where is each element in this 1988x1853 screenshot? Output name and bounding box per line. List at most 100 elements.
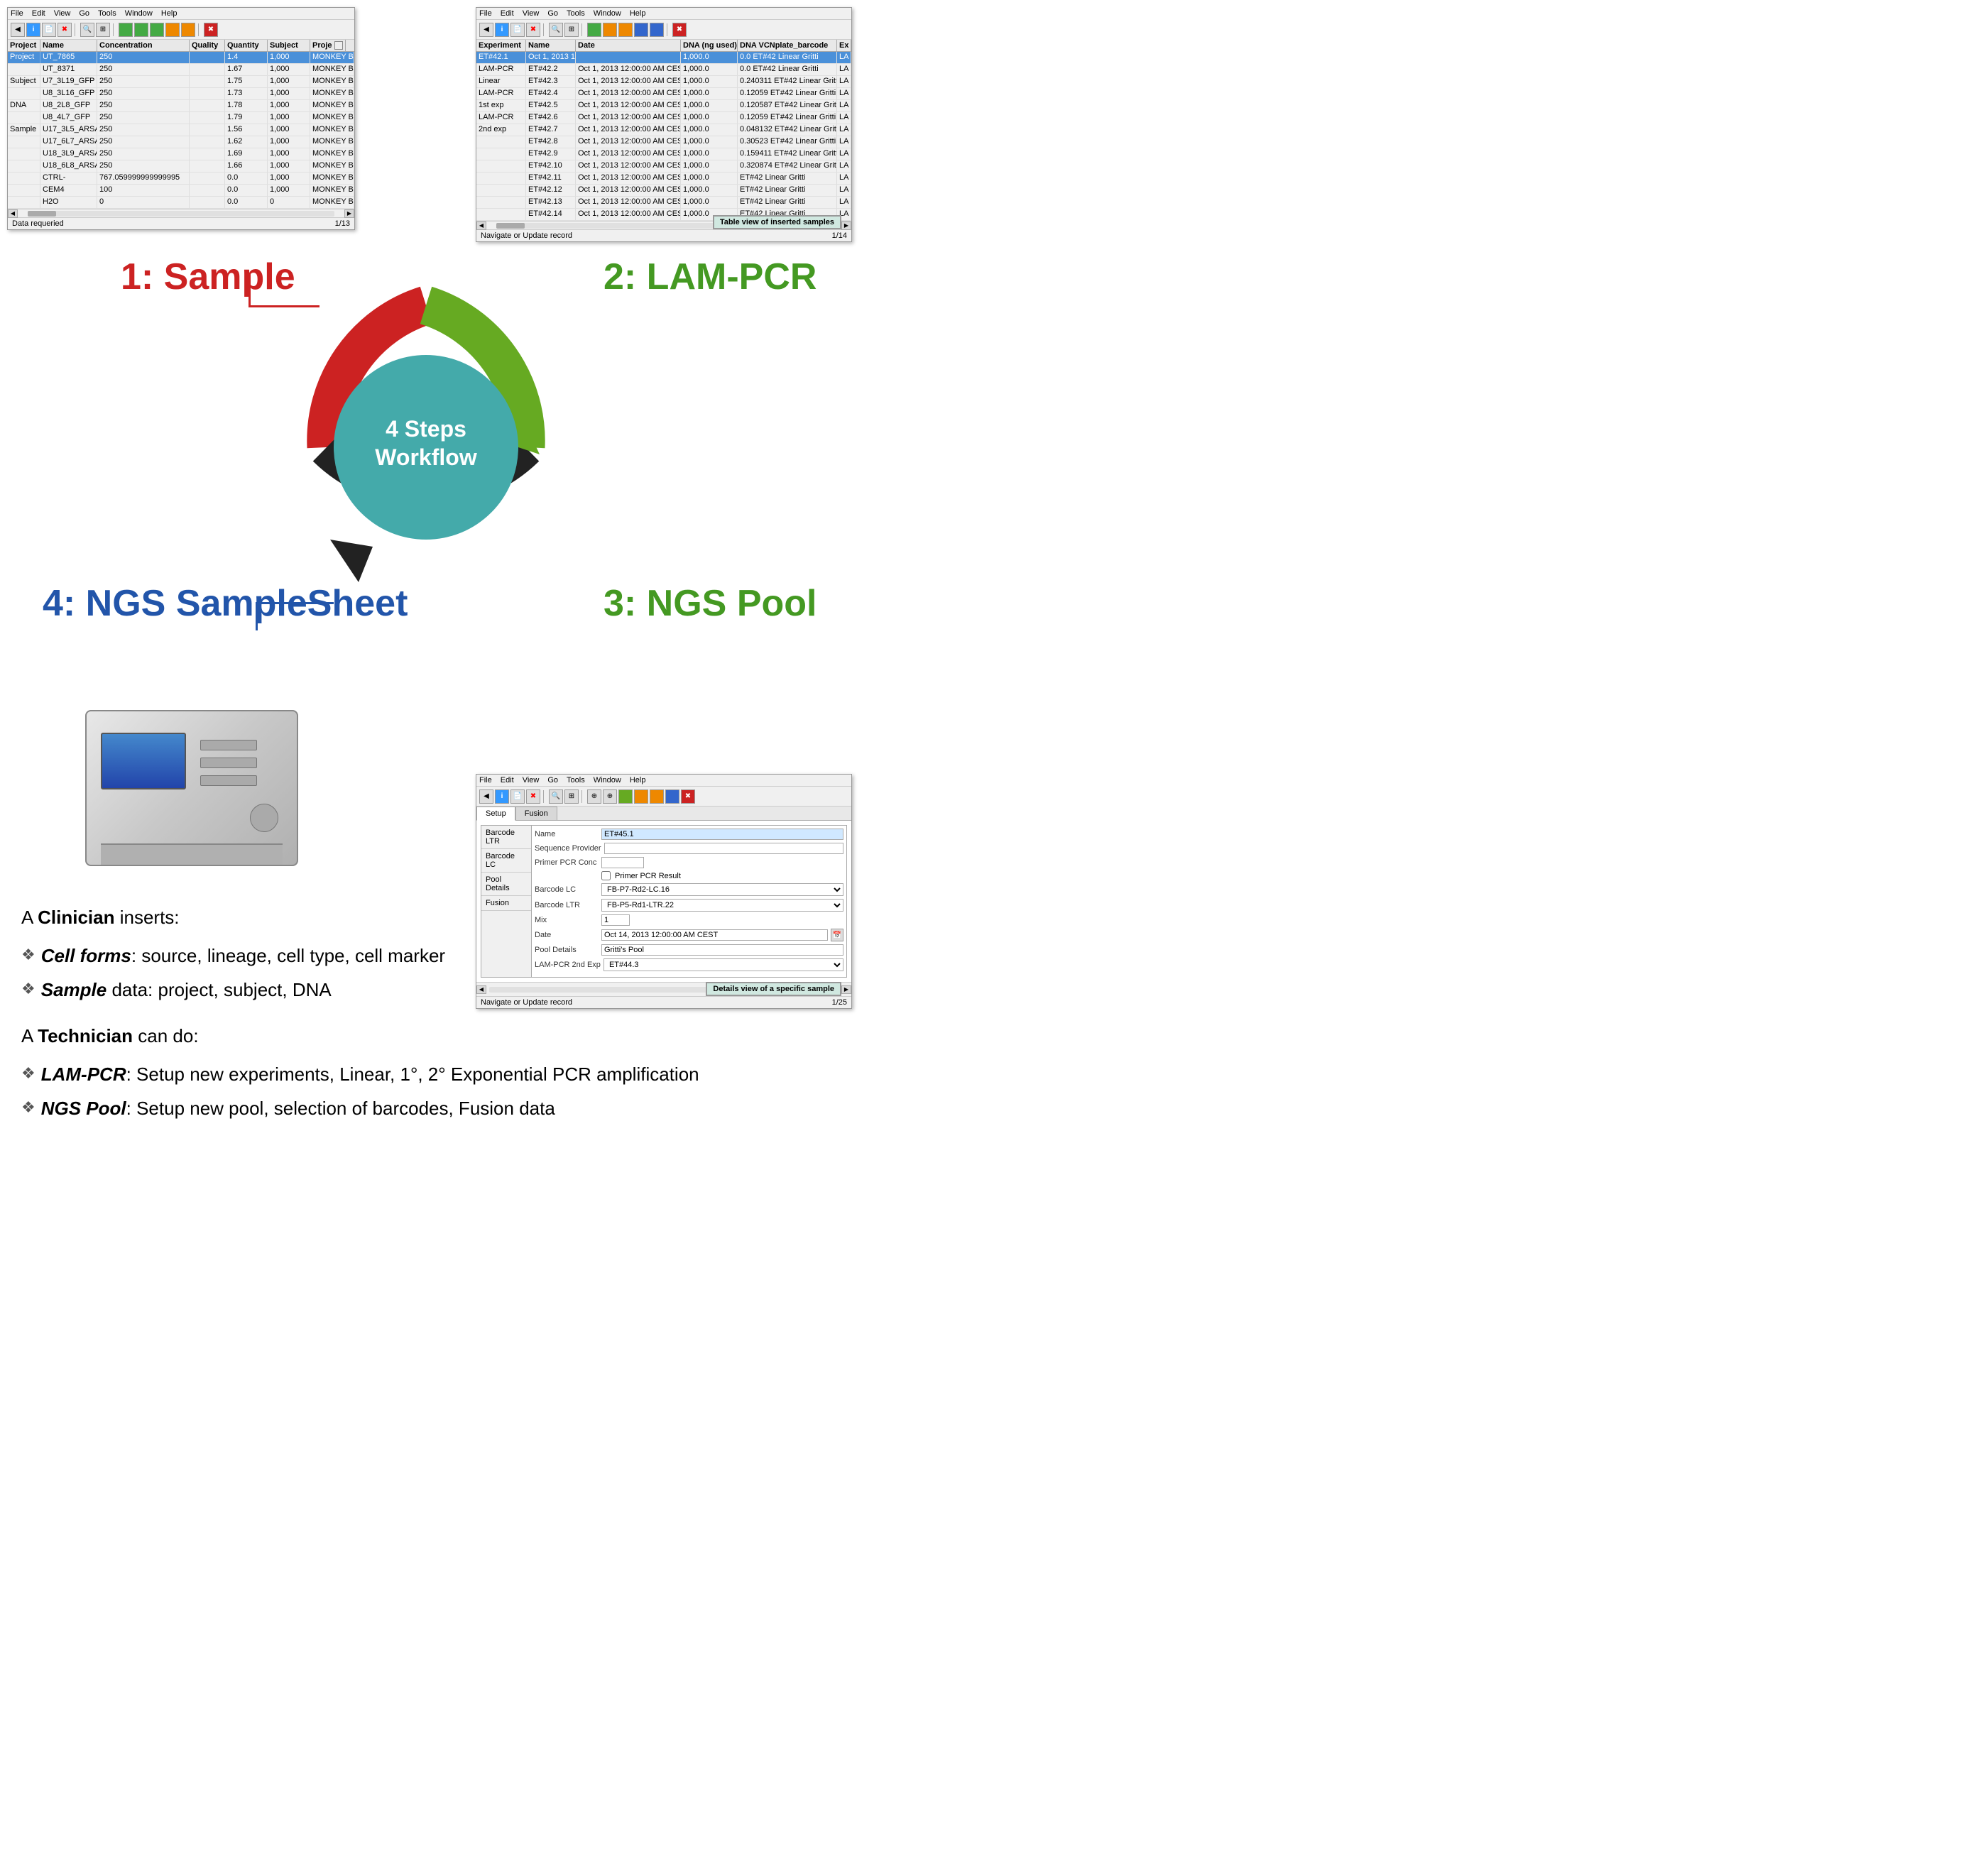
menu-tools[interactable]: Tools	[567, 776, 585, 785]
menu-go[interactable]: Go	[79, 9, 89, 18]
filter-btn[interactable]: ⊞	[564, 23, 579, 37]
table-row[interactable]: 2nd exp ET#42.7 Oct 1, 2013 12:00:00 AM …	[476, 124, 851, 136]
filter-btn[interactable]: ⊞	[96, 23, 110, 37]
menu-tools[interactable]: Tools	[567, 9, 585, 18]
menu-help[interactable]: Help	[630, 9, 646, 18]
delete-btn[interactable]: ✖	[526, 789, 540, 804]
table-row[interactable]: 1st exp ET#42.5 Oct 1, 2013 12:00:00 AM …	[476, 100, 851, 112]
table-row[interactable]: Project UT_7865 250 1.4 1,000 MONKEY BRA…	[8, 52, 354, 64]
table-row[interactable]: LAM-PCR ET#42.4 Oct 1, 2013 12:00:00 AM …	[476, 88, 851, 100]
green1-btn[interactable]	[119, 23, 133, 37]
nav4-btn[interactable]	[634, 789, 648, 804]
menu-file[interactable]: File	[11, 9, 23, 18]
table-row[interactable]: U8_4L7_GFP 250 1.79 1,000 MONKEY BRAIN L…	[8, 112, 354, 124]
table-row[interactable]: U17_6L7_ARSA 250 1.62 1,000 MONKEY BRAIN…	[8, 136, 354, 148]
scroll-left-arrow[interactable]: ◀	[476, 222, 486, 230]
blue2-btn[interactable]	[650, 23, 664, 37]
menu-file[interactable]: File	[479, 9, 492, 18]
scroll-right-arrow[interactable]: ▶	[841, 222, 851, 230]
nav-fusion[interactable]: Fusion	[481, 896, 531, 911]
date-picker-btn[interactable]: 📅	[831, 929, 843, 941]
red-btn[interactable]: ✖	[672, 23, 687, 37]
scroll-thumb[interactable]	[496, 223, 525, 229]
field-input-mix[interactable]	[601, 914, 630, 926]
nav5-btn[interactable]	[650, 789, 664, 804]
checkbox-primer-result[interactable]	[601, 871, 611, 880]
table-row[interactable]: ET#42.13 Oct 1, 2013 12:00:00 AM CEST 1,…	[476, 197, 851, 209]
green3-btn[interactable]	[150, 23, 164, 37]
menu-help[interactable]: Help	[630, 776, 646, 785]
search-btn[interactable]: 🔍	[549, 23, 563, 37]
table-row[interactable]: ET#42.10 Oct 1, 2013 12:00:00 AM CEST 1,…	[476, 160, 851, 173]
new-btn[interactable]: 📄	[510, 23, 525, 37]
nav7-btn[interactable]: ✖	[681, 789, 695, 804]
menu-tools[interactable]: Tools	[98, 9, 116, 18]
table-row[interactable]: Sample U17_3L5_ARSA 250 1.56 1,000 MONKE…	[8, 124, 354, 136]
delete-btn[interactable]: ✖	[526, 23, 540, 37]
green1-btn[interactable]	[587, 23, 601, 37]
nav6-btn[interactable]	[665, 789, 679, 804]
back-btn[interactable]: ◀	[11, 23, 25, 37]
select-lam-pcr[interactable]: ET#44.3	[604, 958, 843, 971]
table-row[interactable]: U8_3L16_GFP 250 1.73 1,000 MONKEY BRAIN …	[8, 88, 354, 100]
scroll-thumb[interactable]	[28, 211, 56, 217]
menu-edit[interactable]: Edit	[501, 9, 514, 18]
select-barcode-lc[interactable]: FB-P7-Rd2-LC.16	[601, 883, 843, 896]
menu-view[interactable]: View	[523, 9, 540, 18]
back-btn[interactable]: ◀	[479, 789, 493, 804]
blue1-btn[interactable]	[634, 23, 648, 37]
info-btn[interactable]: i	[495, 23, 509, 37]
scroll-right-arrow[interactable]: ▶	[841, 985, 851, 994]
orange2-btn[interactable]	[618, 23, 633, 37]
menu-window[interactable]: Window	[594, 9, 621, 18]
nav1-btn[interactable]: ⊕	[587, 789, 601, 804]
table-row[interactable]: CTRL- 767.059999999999995 0.0 1,000 MONK…	[8, 173, 354, 185]
green2-btn[interactable]	[134, 23, 148, 37]
menu-view[interactable]: View	[523, 776, 540, 785]
search-btn[interactable]: 🔍	[80, 23, 94, 37]
table-row[interactable]: ET#42.12 Oct 1, 2013 12:00:00 AM CEST 1,…	[476, 185, 851, 197]
nav-barcode-lc[interactable]: Barcode LC	[481, 849, 531, 873]
table-row[interactable]: ET#42.8 Oct 1, 2013 12:00:00 AM CEST 1,0…	[476, 136, 851, 148]
table-row[interactable]: ET#42.11 Oct 1, 2013 12:00:00 AM CEST 1,…	[476, 173, 851, 185]
info-btn[interactable]: i	[26, 23, 40, 37]
table-row[interactable]: UT_8371 250 1.67 1,000 MONKEY BRAIN LV T…	[8, 64, 354, 76]
table-row[interactable]: LAM-PCR ET#42.6 Oct 1, 2013 12:00:00 AM …	[476, 112, 851, 124]
table-row[interactable]: U18_3L9_ARSA 250 1.69 1,000 MONKEY BRAIN…	[8, 148, 354, 160]
red-btn[interactable]: ✖	[204, 23, 218, 37]
menu-edit[interactable]: Edit	[501, 776, 514, 785]
hscrollbar-right[interactable]: ◀ Table view of inserted samples ▶	[476, 221, 851, 229]
field-input-seq-provider[interactable]	[604, 843, 843, 854]
tab-fusion[interactable]: Fusion	[515, 807, 557, 820]
menu-go[interactable]: Go	[547, 9, 558, 18]
scroll-left-arrow[interactable]: ◀	[476, 985, 486, 994]
table-row[interactable]: H2O 0 0.0 0 MONKEY BRAIN LV TREATED 1...…	[8, 197, 354, 209]
table-row[interactable]: LAM-PCR ET#42.2 Oct 1, 2013 12:00:00 AM …	[476, 64, 851, 76]
select-barcode-ltr[interactable]: FB-P5-Rd1-LTR.22	[601, 899, 843, 912]
new-btn[interactable]: 📄	[42, 23, 56, 37]
info-btn[interactable]: i	[495, 789, 509, 804]
field-input-name[interactable]	[601, 829, 843, 840]
orange1-btn[interactable]	[603, 23, 617, 37]
table-row[interactable]: ET#42.9 Oct 1, 2013 12:00:00 AM CEST 1,0…	[476, 148, 851, 160]
menu-view[interactable]: View	[54, 9, 71, 18]
search-btn[interactable]: 🔍	[549, 789, 563, 804]
hscrollbar-left[interactable]: ◀ ▶	[8, 209, 354, 217]
tab-setup[interactable]: Setup	[476, 807, 515, 821]
orange1-btn[interactable]	[165, 23, 180, 37]
menu-edit[interactable]: Edit	[32, 9, 45, 18]
table-row[interactable]: CEM4 100 0.0 1,000 MONKEY BRAIN LV TREAT…	[8, 185, 354, 197]
table-row[interactable]: DNA U8_2L8_GFP 250 1.78 1,000 MONKEY BRA…	[8, 100, 354, 112]
scroll-track[interactable]	[28, 211, 334, 217]
delete-btn[interactable]: ✖	[58, 23, 72, 37]
field-input-pool-details[interactable]	[601, 944, 843, 956]
menu-go[interactable]: Go	[547, 776, 558, 785]
scroll-right-arrow[interactable]: ▶	[344, 209, 354, 218]
nav-pool-details[interactable]: Pool Details	[481, 873, 531, 896]
field-input-primer-conc[interactable]	[601, 857, 644, 868]
new-btn[interactable]: 📄	[510, 789, 525, 804]
scroll-left-arrow[interactable]: ◀	[8, 209, 18, 218]
orange2-btn[interactable]	[181, 23, 195, 37]
back-btn[interactable]: ◀	[479, 23, 493, 37]
menu-help[interactable]: Help	[161, 9, 178, 18]
